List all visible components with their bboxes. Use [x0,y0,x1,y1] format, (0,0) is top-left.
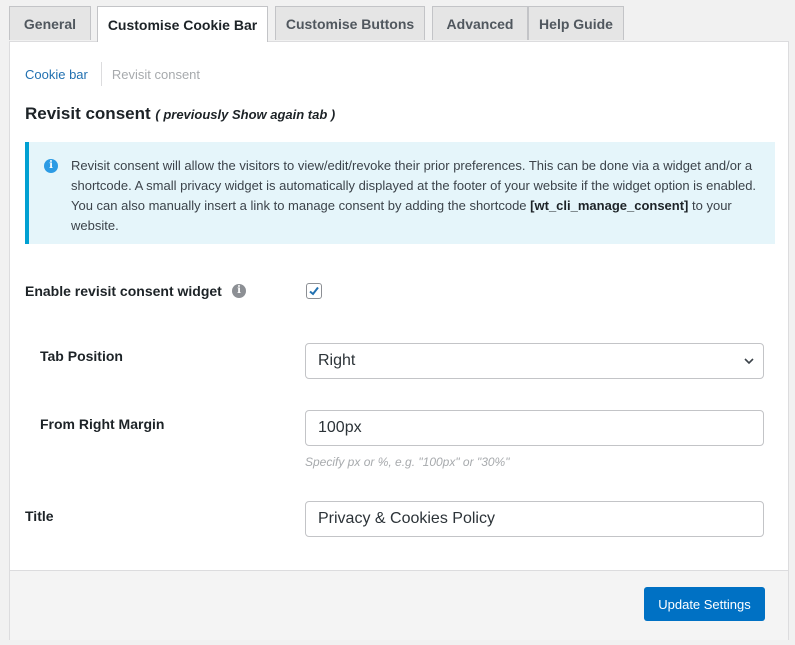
chevron-down-icon [744,358,754,365]
info-notice: i Revisit consent will allow the visitor… [25,142,775,244]
right-margin-hint: Specify px or %, e.g. "100px" or "30%" [305,455,510,469]
tab-position-value: Right [318,352,356,369]
panel-footer: Update Settings [10,570,788,640]
info-icon: i [44,159,58,173]
subnav-cookie-bar[interactable]: Cookie bar [25,67,88,82]
section-title-text: Revisit consent [25,104,151,123]
tab-help-guide[interactable]: Help Guide [528,6,624,40]
checkmark-icon [309,286,319,296]
right-margin-value: 100px [318,419,362,436]
right-margin-input[interactable]: 100px [305,410,764,446]
enable-widget-label: Enable revisit consent widget [25,283,222,299]
tab-customise-buttons[interactable]: Customise Buttons [275,6,425,40]
subnav-revisit-consent[interactable]: Revisit consent [112,67,200,82]
notice-shortcode: [wt_cli_manage_consent] [530,198,689,213]
title-label: Title [25,508,54,524]
tab-customise-cookie-bar[interactable]: Customise Cookie Bar [97,6,268,42]
notice-text: Revisit consent will allow the visitors … [71,156,771,236]
tab-advanced[interactable]: Advanced [432,6,528,40]
tab-general[interactable]: General [9,6,91,40]
enable-widget-checkbox[interactable] [306,283,322,299]
tab-position-select[interactable]: Right [305,343,764,379]
tab-position-label: Tab Position [40,348,123,364]
right-margin-label: From Right Margin [40,416,165,432]
section-subtitle: ( previously Show again tab ) [155,107,336,122]
info-icon[interactable]: i [232,284,246,298]
subnav-divider [100,62,102,86]
section-title: Revisit consent ( previously Show again … [25,104,335,124]
title-input[interactable]: Privacy & Cookies Policy [305,501,764,537]
settings-panel: Cookie bar Revisit consent Revisit conse… [9,41,789,640]
update-settings-button[interactable]: Update Settings [644,587,765,621]
title-value: Privacy & Cookies Policy [318,510,495,527]
sub-navigation: Cookie bar Revisit consent [25,62,200,86]
